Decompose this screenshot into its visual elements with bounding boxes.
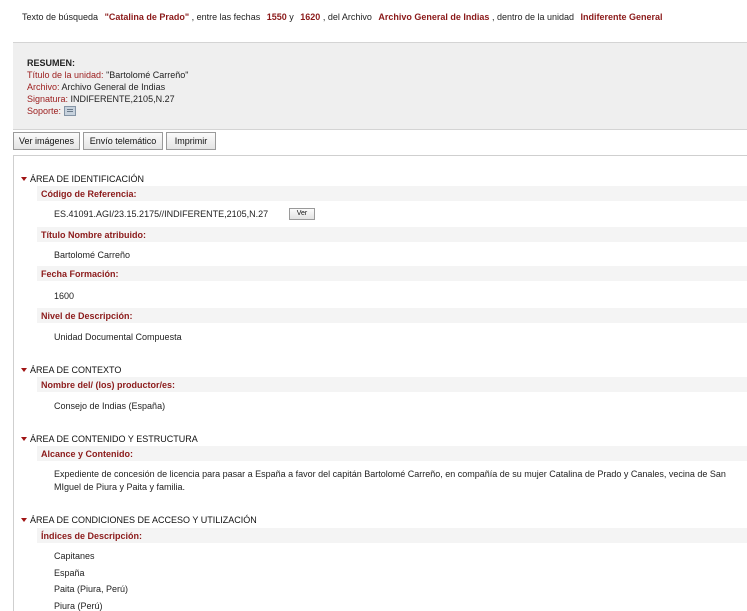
description-level-value: Unidad Documental Compuesta <box>54 332 182 342</box>
search-unit: Indiferente General <box>580 12 663 22</box>
index-item: Paita (Piura, Perú) <box>54 584 129 594</box>
formation-date-label: Fecha Formación: <box>41 269 119 279</box>
search-between-text: , entre las fechas <box>191 12 261 22</box>
content-left-border <box>13 155 14 611</box>
search-criteria: Texto de búsqueda "Catalina de Prado" , … <box>22 12 663 22</box>
content-divider <box>13 155 747 156</box>
collapse-arrow-icon[interactable] <box>21 437 27 441</box>
summary-signature-label: Signatura: <box>27 94 69 104</box>
scope-value: Expediente de concesión de licencia para… <box>54 469 726 492</box>
area-content-header[interactable]: ÁREA DE CONTENIDO Y ESTRUCTURA <box>21 434 198 444</box>
reference-code-label: Código de Referencia: <box>41 189 137 199</box>
description-indexes-label: Índices de Descripción: <box>41 531 143 541</box>
field-description-level: Nivel de Descripción: <box>37 308 747 323</box>
summary-signature-value: INDIFERENTE,2105,N.27 <box>70 94 175 104</box>
search-term: "Catalina de Prado" <box>104 12 190 22</box>
field-attributed-title: Título Nombre atribuido: <box>37 227 747 242</box>
scope-label: Alcance y Contenido: <box>41 449 134 459</box>
summary-box: RESUMEN: Título de la unidad: "Bartolomé… <box>13 42 747 130</box>
producer-label: Nombre del/ (los) productor/es: <box>41 380 176 390</box>
field-description-indexes: Índices de Descripción: <box>37 528 747 543</box>
search-prefix: Texto de búsqueda <box>22 12 99 22</box>
collapse-arrow-icon[interactable] <box>21 368 27 372</box>
view-reference-button[interactable]: Ver <box>289 208 315 220</box>
area-content-title: ÁREA DE CONTENIDO Y ESTRUCTURA <box>30 434 198 444</box>
area-identification-header[interactable]: ÁREA DE IDENTIFICACIÓN <box>21 174 144 184</box>
field-reference-code: Código de Referencia: <box>37 186 747 201</box>
area-identification-title: ÁREA DE IDENTIFICACIÓN <box>30 174 145 184</box>
field-producer: Nombre del/ (los) productor/es: <box>37 377 747 392</box>
view-images-button[interactable]: Ver imágenes <box>13 132 80 150</box>
field-scope: Alcance y Contenido: <box>37 446 747 461</box>
search-date-from: 1550 <box>266 12 287 22</box>
summary-unit-title-value: "Bartolomé Carreño" <box>106 70 189 80</box>
summary-title: RESUMEN: <box>27 58 76 68</box>
summary-support-label: Soporte: <box>27 106 62 116</box>
search-date-to: 1620 <box>300 12 321 22</box>
index-item: Piura (Perú) <box>54 601 103 611</box>
formation-date-value: 1600 <box>54 291 75 301</box>
reference-code-value: ES.41091.AGI/23.15.2175//INDIFERENTE,210… <box>54 209 269 219</box>
attributed-title-label: Título Nombre atribuido: <box>41 230 146 240</box>
summary-unit-title-label: Título de la unidad: <box>27 70 104 80</box>
area-context-header[interactable]: ÁREA DE CONTEXTO <box>21 365 121 375</box>
area-access-title: ÁREA DE CONDICIONES DE ACCESO Y UTILIZAC… <box>30 515 257 525</box>
area-access-header[interactable]: ÁREA DE CONDICIONES DE ACCESO Y UTILIZAC… <box>21 515 257 525</box>
field-formation-date: Fecha Formación: <box>37 266 747 281</box>
producer-value: Consejo de Indias (España) <box>54 401 166 411</box>
summary-archive-value: Archivo General de Indias <box>61 82 166 92</box>
summary-archive-label: Archivo: <box>27 82 60 92</box>
index-item: Capitanes <box>54 551 95 561</box>
search-and-text: y <box>289 12 294 22</box>
attributed-title-value: Bartolomé Carreño <box>54 250 131 260</box>
document-icon[interactable] <box>64 106 77 116</box>
index-item: España <box>54 568 85 578</box>
search-archive-text: , del Archivo <box>322 12 372 22</box>
collapse-arrow-icon[interactable] <box>21 518 27 522</box>
collapse-arrow-icon[interactable] <box>21 177 27 181</box>
search-archive: Archivo General de Indias <box>378 12 490 22</box>
search-unit-text: , dentro de la unidad <box>491 12 575 22</box>
telematic-send-button[interactable]: Envío telemático <box>83 132 163 150</box>
print-button[interactable]: Imprimir <box>166 132 216 150</box>
description-level-label: Nivel de Descripción: <box>41 311 133 321</box>
area-context-title: ÁREA DE CONTEXTO <box>30 365 122 375</box>
